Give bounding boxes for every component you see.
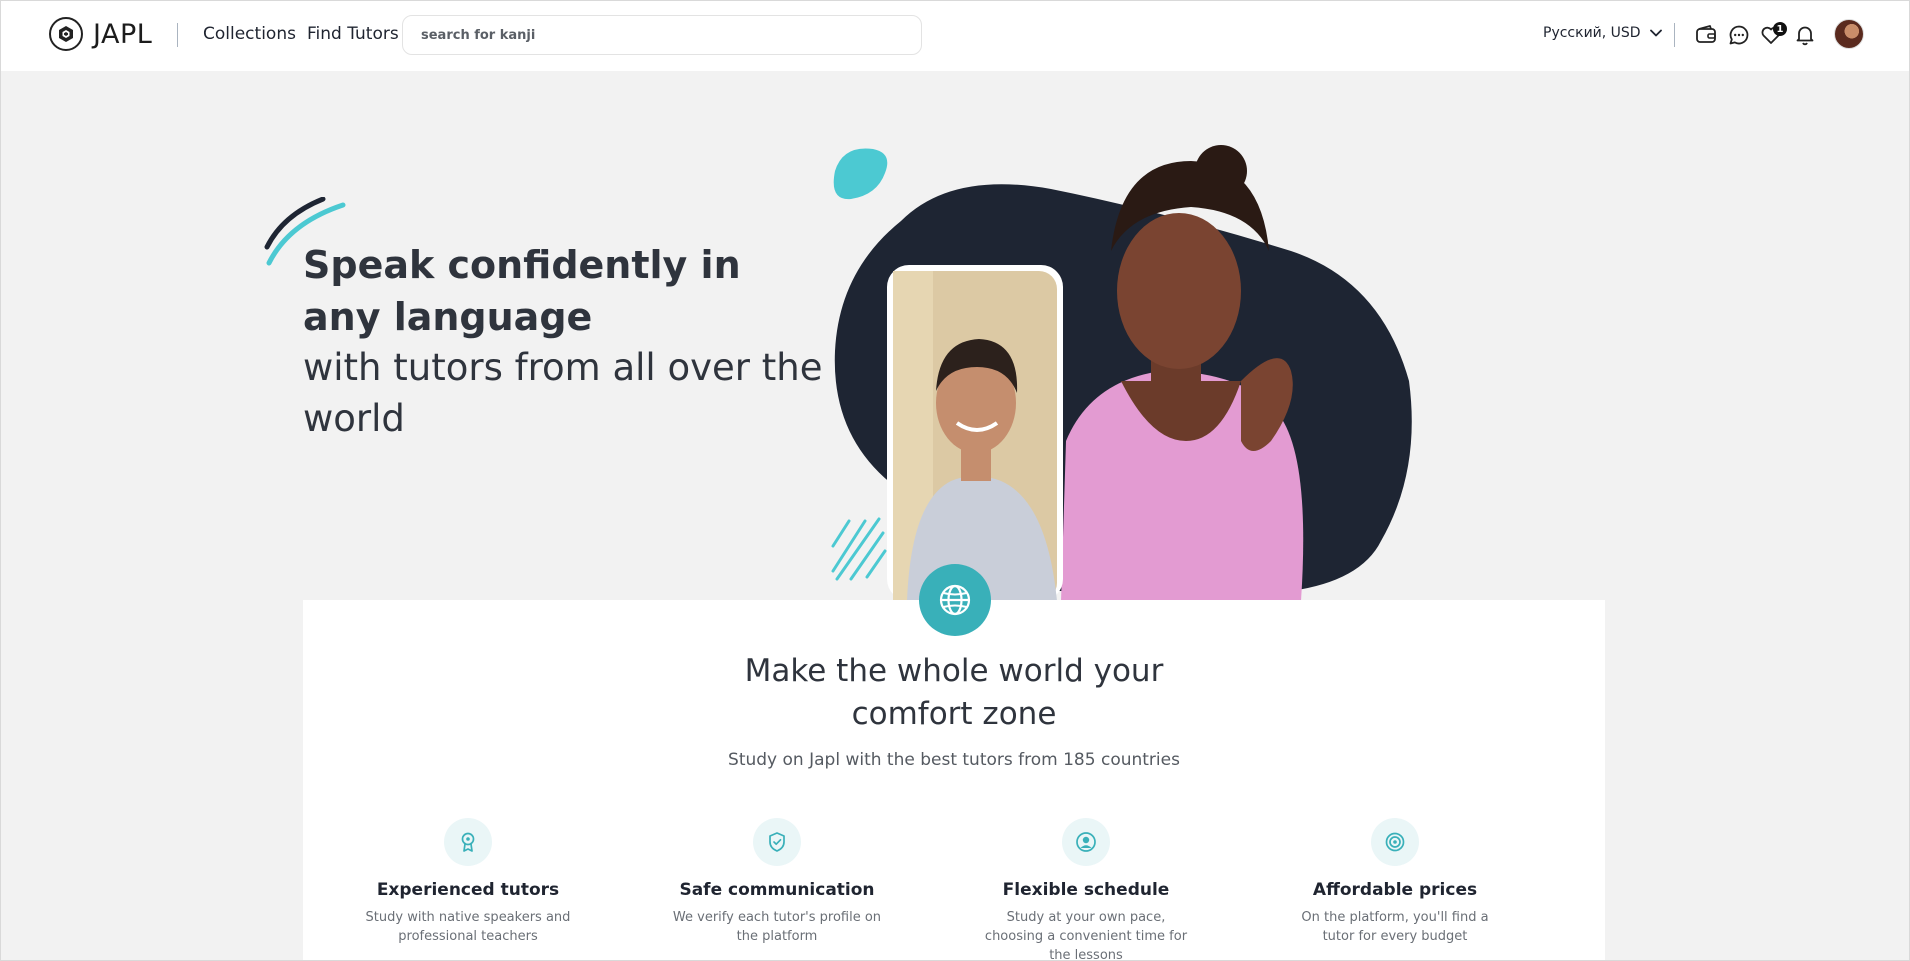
hero-title: Speak confidently in any language <box>303 243 741 339</box>
logo[interactable]: JAPL <box>49 16 152 52</box>
feature-safe-communication: Safe communication We verify each tutor'… <box>647 818 907 946</box>
hero-subtitle: with tutors from all over the world <box>303 346 823 440</box>
feature-title: Affordable prices <box>1312 880 1478 900</box>
top-header: JAPL Collections Find Tutors Русский, US… <box>1 1 1909 71</box>
locale-label: Русский, USD <box>1543 25 1641 41</box>
section-subtitle: Study on Japl with the best tutors from … <box>728 750 1180 770</box>
header-divider <box>177 23 178 47</box>
user-avatar[interactable] <box>1834 19 1864 49</box>
feature-desc: Study with native speakers and professio… <box>365 910 571 944</box>
shield-check-icon <box>753 818 801 866</box>
feature-title: Flexible schedule <box>1002 880 1170 900</box>
chevron-down-icon <box>1649 29 1662 37</box>
feature-desc: On the platform, you'll find a tutor for… <box>1301 910 1489 944</box>
locale-selector[interactable]: Русский, USD <box>1543 25 1663 41</box>
globe-button[interactable] <box>919 564 991 636</box>
section-title-line1: Make the whole world your <box>744 653 1164 689</box>
feature-experienced-tutors: Experienced tutors Study with native spe… <box>338 818 598 946</box>
search-input[interactable] <box>402 15 922 55</box>
header-divider-right <box>1674 23 1675 47</box>
award-icon <box>444 818 492 866</box>
bell-icon[interactable] <box>1793 23 1817 47</box>
features-card: Make the whole world your comfort zone S… <box>303 600 1605 961</box>
favorites-badge: 1 <box>1773 22 1787 36</box>
browser-viewport: JAPL Collections Find Tutors Русский, US… <box>0 0 1910 961</box>
feature-title: Safe communication <box>679 880 875 900</box>
wallet-icon[interactable] <box>1694 23 1718 47</box>
section-title-line2: comfort zone <box>851 696 1057 732</box>
feature-flexible-schedule: Flexible schedule Study at your own pace… <box>956 818 1216 961</box>
feature-affordable-prices: Affordable prices On the platform, you'l… <box>1265 818 1525 946</box>
logo-mark-icon <box>49 17 83 51</box>
globe-icon <box>939 584 971 616</box>
section-title: Make the whole world your comfort zone <box>303 650 1605 736</box>
target-icon <box>1371 818 1419 866</box>
chat-icon[interactable] <box>1727 23 1751 47</box>
nav-collections[interactable]: Collections <box>203 24 296 44</box>
feature-title: Experienced tutors <box>376 880 560 900</box>
hero-illustration <box>831 145 1412 601</box>
feature-desc: We verify each tutor's profile on the pl… <box>672 910 882 944</box>
logo-text: JAPL <box>93 18 153 50</box>
feature-desc: Study at your own pace, choosing a conve… <box>984 910 1188 961</box>
nav-find-tutors[interactable]: Find Tutors <box>307 24 399 44</box>
user-circle-icon <box>1062 818 1110 866</box>
